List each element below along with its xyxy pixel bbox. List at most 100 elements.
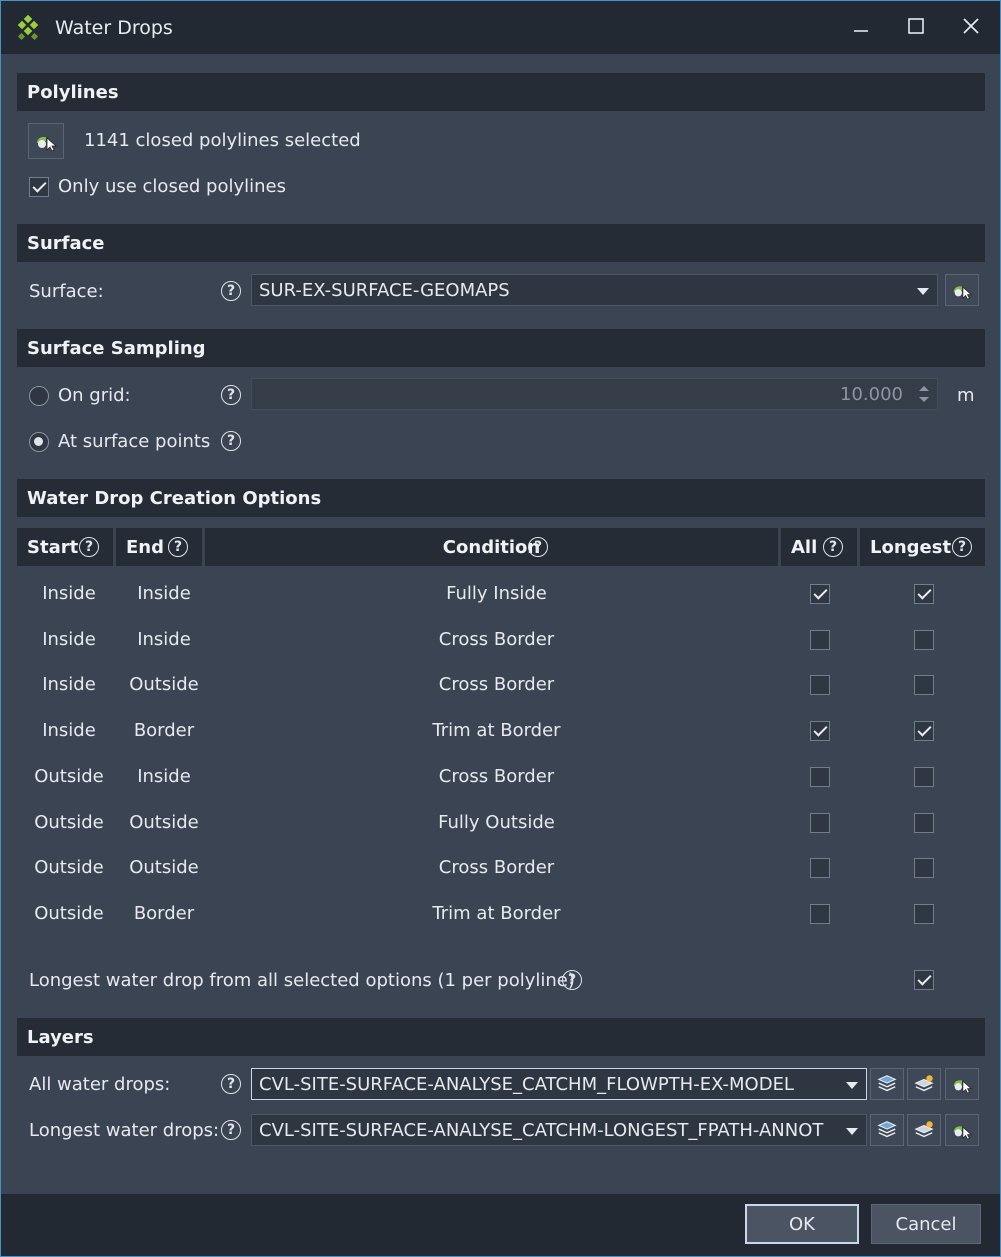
row-condition-cell: Fully Outside [438,812,555,833]
longest-water-drops-label: Longest water drops: [29,1120,220,1141]
chevron-down-icon [846,1082,858,1089]
cancel-button[interactable]: Cancel [871,1204,981,1244]
row-start-cell: Outside [34,903,104,924]
row-end-cell: Outside [129,812,199,833]
water-drops-app-icon [17,15,39,41]
all-water-drops-new-layer-button[interactable] [907,1068,941,1100]
minimize-icon [854,30,868,32]
start-help-icon[interactable]: ? [79,537,99,557]
layer-stack-icon [877,1121,897,1138]
row-all-checkbox[interactable] [810,584,830,604]
on-grid-radio[interactable] [29,386,49,406]
at-surface-points-radio[interactable] [29,432,49,452]
longest-water-drops-layer-value: CVL-SITE-SURFACE-ANALYSE_CATCHM-LONGEST_… [259,1119,824,1141]
longest-water-drops-layer-dropdown[interactable]: CVL-SITE-SURFACE-ANALYSE_CATCHM-LONGEST_… [251,1114,867,1146]
row-longest-checkbox[interactable] [914,904,934,924]
polylines-selected-count: 1141 closed polylines selected [84,130,361,151]
grid-spacing-input[interactable]: 10.000 [251,378,938,410]
layers-header: Layers [17,1018,985,1056]
surface-header: Surface [17,224,985,262]
row-condition-cell: Cross Border [438,857,555,878]
all-water-drops-layer-properties-button[interactable] [870,1068,904,1100]
row-start-cell: Inside [42,583,96,604]
surface-help-icon[interactable]: ? [221,281,241,301]
row-all-checkbox[interactable] [810,767,830,787]
row-longest-checkbox[interactable] [914,584,934,604]
all-water-drops-help-icon[interactable]: ? [221,1074,241,1094]
pick-surface-button[interactable] [945,274,979,306]
title-bar[interactable]: Water Drops [1,1,1000,54]
close-button[interactable] [956,11,986,41]
row-end-cell: Inside [137,629,191,650]
minimize-button[interactable] [846,11,876,41]
longest-water-drops-new-layer-button[interactable] [907,1114,941,1146]
row-condition-cell: Fully Inside [446,583,547,604]
end-help-icon[interactable]: ? [168,537,188,557]
row-longest-checkbox[interactable] [914,767,934,787]
row-start-cell: Inside [42,720,96,741]
new-layer-icon [914,1075,934,1092]
row-condition-cell: Cross Border [438,629,555,650]
at-surface-points-label: At surface points [58,431,211,452]
row-longest-checkbox[interactable] [914,721,934,741]
ok-button[interactable]: OK [745,1204,859,1244]
column-header-longest: Longest ? [860,528,985,566]
surface-dropdown[interactable]: SUR-EX-SURFACE-GEOMAPS [251,274,938,306]
column-longest-label: Longest [870,536,952,558]
longest-water-drops-layer-properties-button[interactable] [870,1114,904,1146]
row-condition-cell: Trim at Border [432,720,561,741]
column-header-condition: Condition ? [205,528,778,566]
row-condition-cell: Cross Border [438,766,555,787]
longest-all-checkbox[interactable] [914,970,934,990]
row-start-cell: Outside [34,766,104,787]
water-drops-dialog: Water Drops Polylines 1141 closed polyli… [0,0,1001,1257]
row-longest-checkbox[interactable] [914,858,934,878]
row-longest-checkbox[interactable] [914,675,934,695]
row-all-checkbox[interactable] [810,721,830,741]
row-all-checkbox[interactable] [810,675,830,695]
row-condition-cell: Trim at Border [432,903,561,924]
chevron-down-icon [846,1128,858,1135]
row-end-cell: Inside [137,766,191,787]
layer-stack-icon [877,1075,897,1092]
all-water-drops-pick-layer-button[interactable] [945,1068,979,1100]
row-longest-checkbox[interactable] [914,813,934,833]
pick-from-drawing-icon [953,1080,973,1094]
row-start-cell: Inside [42,674,96,695]
at-surface-points-help-icon[interactable]: ? [221,431,241,451]
longest-help-icon[interactable]: ? [952,537,972,557]
row-all-checkbox[interactable] [810,813,830,833]
longest-all-label: Longest water drop from all selected opt… [29,970,575,991]
pick-from-drawing-icon [37,137,58,152]
all-water-drops-layer-dropdown[interactable]: CVL-SITE-SURFACE-ANALYSE_CATCHM_FLOWPTH-… [251,1068,867,1100]
longest-water-drops-help-icon[interactable]: ? [221,1120,241,1140]
polylines-header: Polylines [17,73,985,111]
spinner-arrows-icon[interactable] [917,383,931,405]
row-end-cell: Border [133,903,195,924]
all-water-drops-layer-value: CVL-SITE-SURFACE-ANALYSE_CATCHM_FLOWPTH-… [259,1073,794,1095]
row-all-checkbox[interactable] [810,858,830,878]
on-grid-help-icon[interactable]: ? [221,385,241,405]
all-help-icon[interactable]: ? [823,537,843,557]
select-polylines-button[interactable] [28,123,64,159]
pick-from-drawing-icon [953,286,973,300]
row-end-cell: Border [133,720,195,741]
column-all-label: All [791,536,818,558]
surface-dropdown-value: SUR-EX-SURFACE-GEOMAPS [259,279,510,301]
column-start-label: Start [27,536,79,558]
maximize-button[interactable] [901,11,931,41]
longest-water-drops-pick-layer-button[interactable] [945,1114,979,1146]
row-end-cell: Outside [129,674,199,695]
longest-all-help-icon[interactable]: ? [562,970,582,990]
row-all-checkbox[interactable] [810,630,830,650]
surface-sampling-header: Surface Sampling [17,329,985,367]
row-start-cell: Outside [34,812,104,833]
only-closed-polylines-checkbox[interactable] [29,177,49,197]
column-header-all: All ? [781,528,857,566]
row-all-checkbox[interactable] [810,904,830,924]
maximize-icon [908,18,924,34]
grid-spacing-value: 10.000 [840,384,903,405]
row-longest-checkbox[interactable] [914,630,934,650]
only-closed-polylines-label: Only use closed polylines [58,176,286,197]
condition-help-icon[interactable]: ? [528,537,548,557]
